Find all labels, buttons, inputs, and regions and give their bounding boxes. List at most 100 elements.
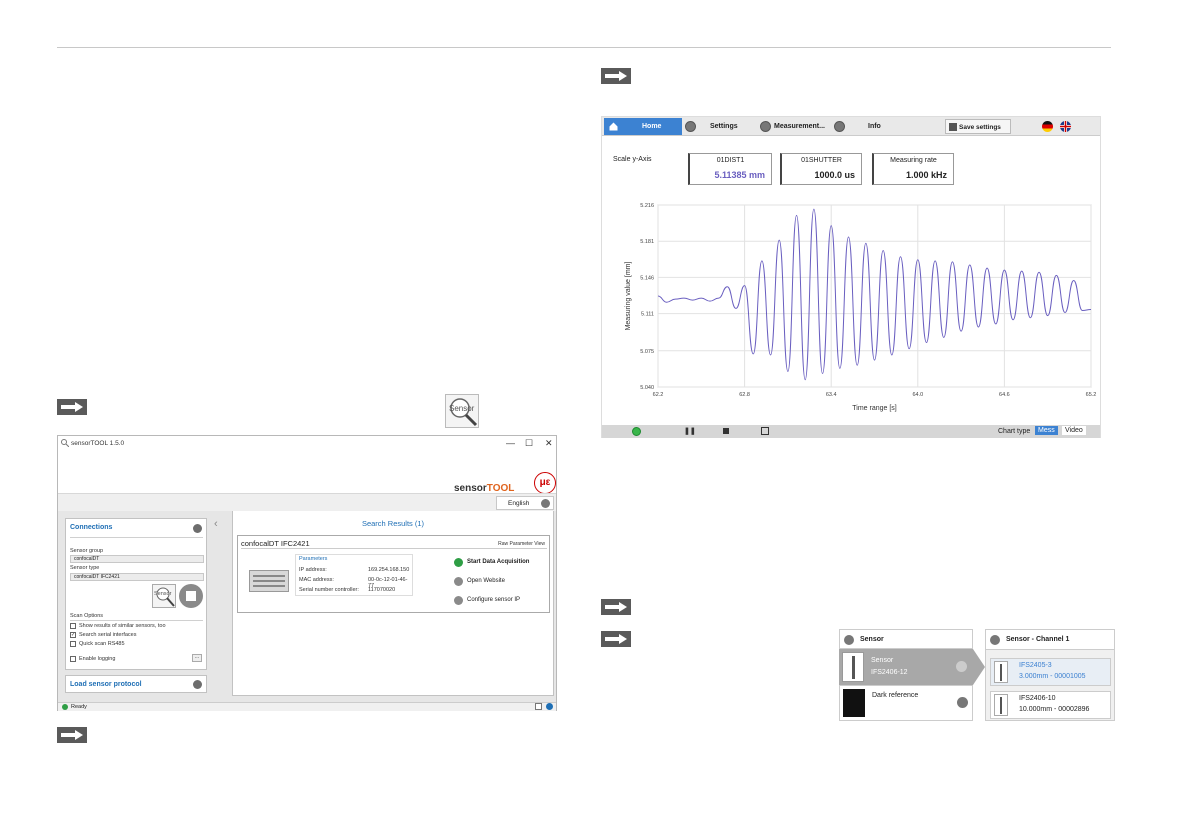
y-tick-label: 5.181 (640, 239, 654, 245)
quick-scan-checkbox[interactable] (70, 641, 76, 647)
chart-type-video-button[interactable]: Video (1062, 426, 1086, 435)
x-tick-label: 64.0 (912, 392, 923, 398)
enable-logging-checkbox[interactable] (70, 656, 76, 662)
sensor-type-select[interactable]: confocalDT IFC2421 (70, 573, 204, 581)
tab-measurement[interactable]: Measurement... (774, 123, 825, 130)
title-bar: sensorTOOL 1.5.0 — ☐ ✕ (58, 436, 556, 450)
y-tick-label: 5.111 (641, 312, 654, 318)
sensor-thumbnail (994, 694, 1008, 716)
collapse-arrow-icon[interactable]: ‹ (214, 518, 218, 530)
load-protocol-box[interactable]: Load sensor protocol (65, 675, 207, 693)
web-interface-window: Home Settings Measurement... Info Save s… (601, 116, 1101, 438)
sensortool-window: sensorTOOL 1.5.0 — ☐ ✕ sensorTOOL με Eng… (57, 435, 557, 711)
chart-type-mess-button[interactable]: Mess (1035, 426, 1058, 435)
raw-parameter-view-link[interactable]: Raw Parameter View (498, 541, 545, 547)
stop-icon (186, 591, 196, 601)
close-button[interactable]: ✕ (545, 438, 553, 449)
serial-interfaces-checkbox[interactable]: ✓ (70, 632, 76, 638)
sensor-thumbnail (994, 661, 1008, 683)
enable-logging-label: Enable logging (79, 656, 116, 662)
connections-box: Connections Sensor group confocalDT Sens… (65, 518, 207, 670)
sensor-group-select[interactable]: confocalDT (70, 555, 204, 563)
value-box-dist[interactable]: 01DIST1 5.11385 mm (688, 153, 772, 185)
maximize-button[interactable]: ☐ (525, 438, 533, 449)
channel-panel: Sensor - Channel 1 IFS2405-3 3.000mm - 0… (985, 629, 1115, 721)
arrow-icon (601, 631, 631, 647)
y-tick-label: 5.146 (640, 275, 654, 281)
minimize-button[interactable]: — (506, 438, 515, 448)
sensor-search-button[interactable]: Sensor (152, 584, 176, 608)
option-label: Search serial interfaces (79, 632, 137, 638)
start-acquisition-button[interactable]: Start Data Acquisition (467, 559, 529, 565)
sensor-list-item[interactable]: Dark reference (839, 685, 973, 721)
scan-options-label: Scan Options (70, 613, 104, 619)
tab-home[interactable]: Home (604, 118, 682, 135)
channel-sensor-item[interactable]: IFS2406-10 10.000mm - 00002896 (990, 691, 1111, 719)
device-image (249, 570, 289, 592)
waveform-icon (760, 121, 771, 132)
chevron-up-icon[interactable] (193, 524, 202, 533)
stop-button[interactable] (723, 428, 729, 434)
pause-button[interactable]: ❚❚ (684, 427, 696, 435)
chevron-right-icon[interactable] (957, 697, 968, 708)
param-value: 169.254.168.150 (368, 567, 410, 573)
browse-button[interactable]: ... (192, 654, 202, 662)
sensor-thumbnail (842, 652, 864, 682)
play-button[interactable] (632, 427, 641, 436)
language-bar: English (58, 493, 556, 511)
home-icon (454, 577, 463, 586)
info-icon (834, 121, 845, 132)
settings-icon (454, 596, 463, 605)
y-tick-label: 5.040 (640, 385, 654, 391)
arrow-icon (57, 727, 87, 743)
sensor-group-label: Sensor group (70, 548, 104, 554)
device-name: confocalDT IFC2421 (241, 539, 310, 548)
open-website-button[interactable]: Open Website (467, 578, 505, 584)
option-label: Show results of similar sensors, too (79, 623, 166, 629)
tab-info[interactable]: Info (868, 123, 881, 130)
x-tick-label: 65.2 (1086, 392, 1097, 398)
device-card[interactable]: confocalDT IFC2421 Raw Parameter View Pa… (237, 535, 550, 613)
load-protocol-label: Load sensor protocol (70, 681, 142, 688)
chart-type-label: Chart type (998, 428, 1031, 435)
german-flag-icon[interactable] (1042, 121, 1053, 132)
status-bar: Ready (58, 702, 556, 711)
window-title: sensorTOOL 1.5.0 (71, 440, 125, 447)
chevron-left-icon[interactable] (956, 661, 967, 672)
company-logo: με (534, 472, 556, 494)
x-tick-label: 62.2 (653, 392, 664, 398)
results-area: Search Results (1) confocalDT IFC2421 Ra… (232, 511, 554, 696)
scale-y-axis-label[interactable]: Scale y-Axis (613, 156, 652, 163)
dark-reference-icon (843, 689, 865, 717)
sensor-list-item-selected[interactable]: Sensor IFS2406-12 (839, 649, 973, 685)
stop-button[interactable] (179, 584, 203, 608)
status-text: Ready (71, 704, 87, 710)
play-icon (454, 558, 463, 567)
results-title: Search Results (1) (361, 519, 425, 528)
y-tick-label: 5.075 (640, 349, 654, 355)
channel-sensor-item[interactable]: IFS2405-3 3.000mm - 00001005 (990, 658, 1111, 686)
log-icon[interactable] (535, 703, 542, 710)
value-box-rate[interactable]: Measuring rate 1.000 kHz (872, 153, 954, 185)
configure-ip-button[interactable]: Configure sensor IP (467, 597, 520, 603)
tab-settings[interactable]: Settings (710, 123, 738, 130)
connections-title: Connections (70, 524, 113, 531)
left-panel: Connections Sensor group confocalDT Sens… (58, 511, 218, 703)
uk-flag-icon[interactable] (1060, 121, 1071, 132)
sensor-panel-header: Sensor (839, 629, 973, 649)
arrow-icon (601, 68, 631, 84)
y-axis-label: Measuring value [mm] (625, 262, 632, 331)
measurement-chart: 5.216 5.181 5.146 5.111 5.075 5.04062.2 62.8 63… (625, 203, 1097, 412)
value-box-shutter[interactable]: 01SHUTTER 1000.0 us (780, 153, 862, 185)
parameters-box: Parameters IP address: 169.254.168.150 M… (295, 554, 413, 596)
info-icon[interactable] (546, 703, 553, 710)
similar-sensors-checkbox[interactable] (70, 623, 76, 629)
edit-icon (990, 635, 1000, 645)
language-select[interactable]: English (496, 496, 554, 510)
chevron-up-icon[interactable] (844, 635, 854, 645)
chevron-down-icon (541, 499, 550, 508)
param-value: 117070020 (368, 587, 396, 593)
save-chart-button[interactable] (761, 427, 769, 435)
chevron-down-icon[interactable] (193, 680, 202, 689)
save-settings-button[interactable]: Save settings (945, 119, 1011, 134)
